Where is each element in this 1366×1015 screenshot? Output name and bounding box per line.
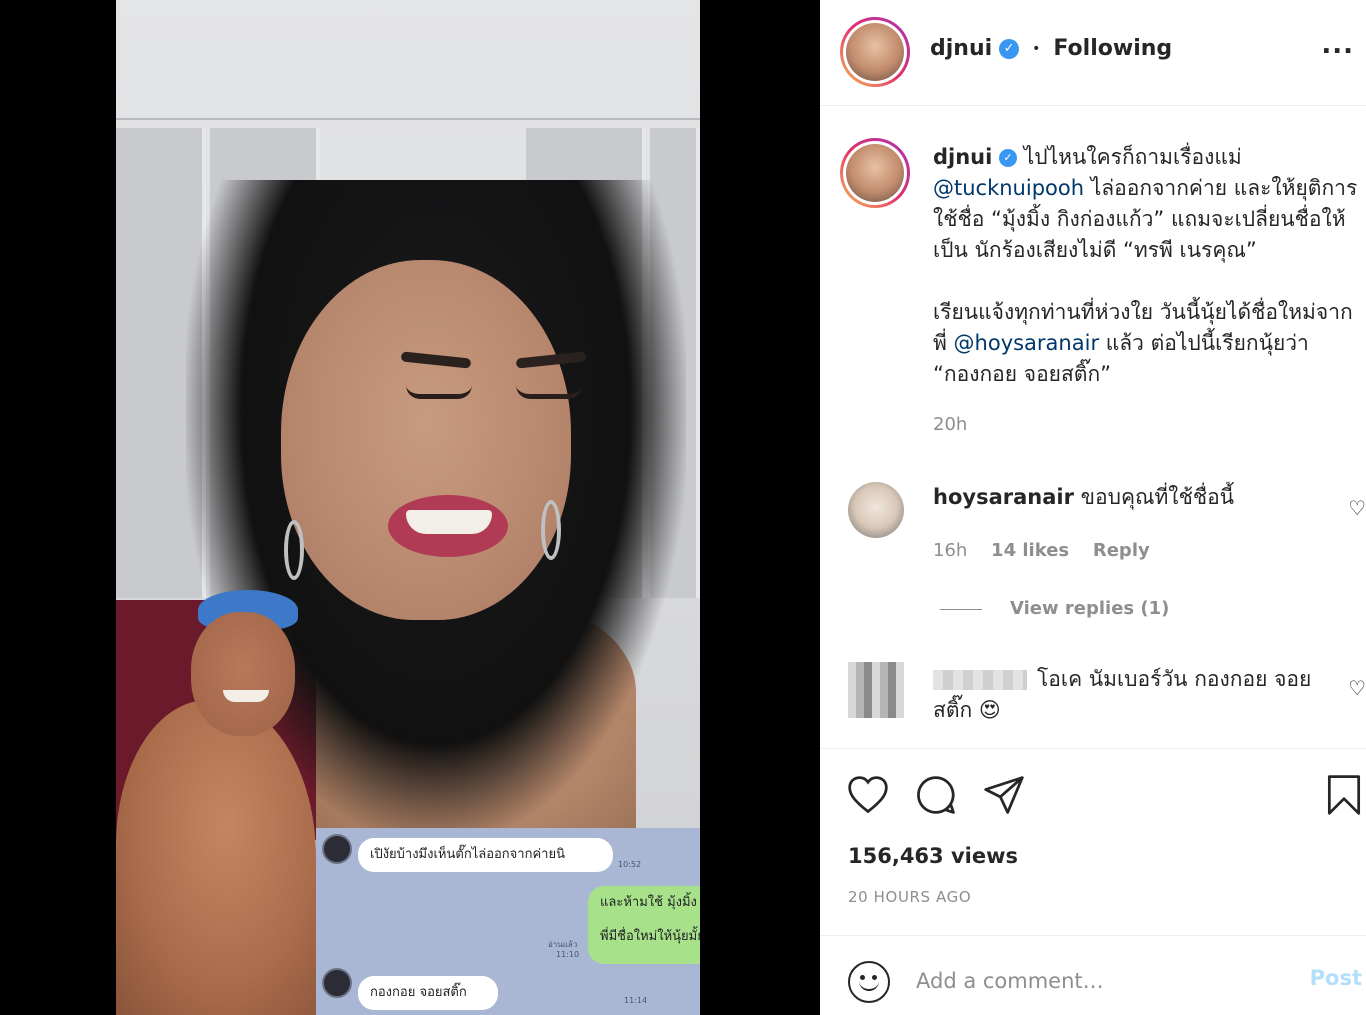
avatar[interactable] — [840, 17, 910, 87]
comment-time[interactable]: 16h — [933, 540, 967, 561]
wall-line — [116, 118, 700, 120]
heart-eyes-emoji: 😍 — [978, 698, 1001, 722]
mention-link[interactable]: @hoysaranair — [954, 331, 1100, 355]
more-icon[interactable]: ... — [1321, 30, 1354, 60]
replies-line — [940, 608, 982, 610]
reply-button[interactable]: Reply — [1093, 540, 1150, 561]
chat-message-out: และห้ามใช้ มุ้งมิ้ง กิงก่องแก้ว พี่มีชื่… — [588, 886, 700, 964]
chat-time: 11:10 — [556, 950, 580, 959]
comment-likes[interactable]: 14 likes — [991, 540, 1069, 561]
media-area: เปิงัยบ้างมึงเห็นตั๊กไล่ออกจากค่ายนิ 10:… — [0, 0, 820, 1015]
eye — [516, 385, 582, 399]
separator-dot: • — [1032, 41, 1041, 57]
chat-time: 10:52 — [618, 860, 642, 869]
emoji-icon[interactable] — [848, 961, 890, 1003]
comment-text: โอเค นัมเบอร์วัน กองกอย จอยสติ๊ก 😍 — [933, 664, 1333, 726]
caption-text: djnui ✓ ไปไหนใครก็ถามเรื่องแม่ @tucknuip… — [933, 142, 1358, 390]
chat-time: 11:14 — [624, 996, 648, 1005]
chat-line: พี่มีชื่อใหม่ให้นุ้ยมั้ยพี่ — [600, 929, 700, 945]
share-icon[interactable] — [982, 773, 1026, 817]
comment-icon[interactable] — [914, 773, 958, 817]
chat-avatar — [322, 968, 352, 998]
inset-man-body — [116, 700, 316, 1015]
comment-body: ขอบคุณที่ใช้ชื่อนี้ — [1080, 485, 1235, 509]
comment-text: hoysaranair ขอบคุณที่ใช้ชื่อนี้ — [933, 482, 1333, 513]
caption-time[interactable]: 20h — [933, 414, 967, 435]
avatar-image — [846, 144, 904, 202]
view-replies[interactable]: View replies (1) — [940, 598, 1169, 619]
action-bar: 156,463 views 20 HOURS AGO — [820, 748, 1366, 935]
comment-avatar-blurred[interactable] — [848, 662, 904, 718]
post-panel: djnui ✓ • Following ... djnui ✓ ไปไหนใคร… — [820, 0, 1366, 1015]
post-timestamp[interactable]: 20 HOURS AGO — [848, 888, 971, 906]
chat-line: และห้ามใช้ มุ้งมิ้ง กิงก่องแก้ว — [600, 895, 700, 910]
view-replies-label[interactable]: View replies (1) — [1010, 598, 1169, 619]
inset-man-head — [191, 612, 295, 736]
video-player[interactable]: เปิงัยบ้างมึงเห็นตั๊กไล่ออกจากค่ายนิ 10:… — [116, 0, 700, 1015]
bookmark-icon[interactable] — [1322, 773, 1366, 817]
username-link[interactable]: djnui — [930, 36, 992, 61]
view-count[interactable]: 156,463 views — [848, 844, 1018, 868]
comment-box: Post — [820, 935, 1366, 1015]
caption-username[interactable]: djnui — [933, 145, 992, 169]
following-button[interactable]: Following — [1053, 36, 1172, 61]
verified-badge-icon: ✓ — [999, 39, 1020, 59]
post-header: djnui ✓ • Following ... — [820, 0, 1366, 106]
chat-screenshot: เปิงัยบ้างมึงเห็นตั๊กไล่ออกจากค่ายนิ 10:… — [316, 828, 700, 1015]
caption-line: ไปไหนใครก็ถามเรื่องแม่ — [1023, 145, 1242, 169]
avatar[interactable] — [840, 138, 910, 208]
comment-username[interactable]: hoysaranair — [933, 485, 1074, 509]
comment-avatar[interactable] — [848, 482, 904, 538]
verified-badge-icon: ✓ — [999, 149, 1018, 167]
mention-link[interactable]: @tucknuipooh — [933, 176, 1084, 200]
chat-avatar — [322, 834, 352, 864]
like-comment-icon[interactable]: ♡ — [1348, 496, 1366, 520]
person-face — [281, 260, 571, 620]
heart-icon[interactable] — [846, 773, 890, 817]
comment-meta: 16h 14 likes Reply — [933, 540, 1168, 561]
earring — [541, 500, 561, 560]
header-user: djnui ✓ • Following — [930, 36, 1172, 61]
eye — [406, 385, 472, 399]
avatar-image — [846, 23, 904, 81]
inset-man-smile — [223, 690, 269, 702]
chat-message: กองกอย จอยสติ๊ก — [358, 976, 498, 1011]
earring — [284, 520, 304, 580]
post-button[interactable]: Post — [1310, 966, 1362, 990]
teeth — [406, 510, 492, 534]
like-comment-icon[interactable]: ♡ — [1348, 676, 1366, 700]
chat-message: เปิงัยบ้างมึงเห็นตั๊กไล่ออกจากค่ายนิ — [358, 838, 613, 873]
comment-input[interactable] — [916, 964, 1276, 998]
